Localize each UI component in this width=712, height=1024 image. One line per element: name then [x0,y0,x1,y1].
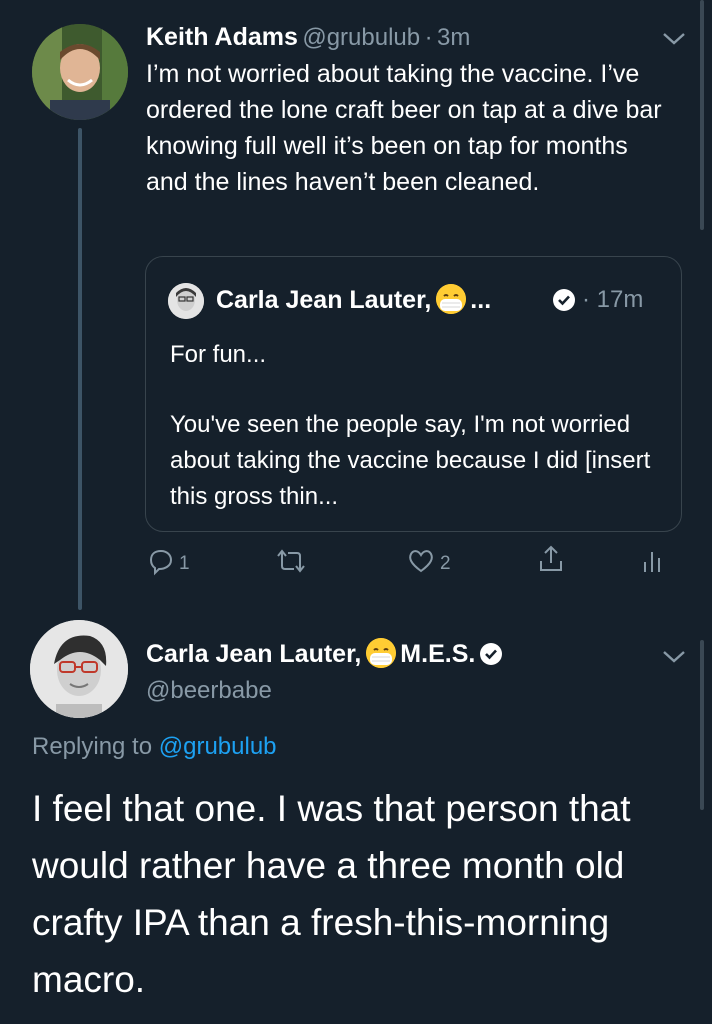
quoted-tweet-dot-separator: · [582,286,590,313]
replying-to-line: Replying to @grubulub [32,730,277,764]
scrollbar[interactable] [700,0,704,230]
like-button[interactable]: 2 [406,546,451,582]
quoted-tweet-line2: You've seen the people say, I'm not worr… [170,411,651,510]
tweet2-handle[interactable]: @beerbabe [146,674,272,708]
quoted-tweet-name-ellipsis: ... [470,286,492,314]
chevron-down-icon[interactable] [660,28,688,48]
tweet1-header: Keith Adams @grubulub · 3m [146,20,470,54]
tweet2-display-name[interactable]: Carla Jean Lauter, [146,640,361,668]
like-count: 2 [440,553,451,574]
quoted-tweet-avatar [168,283,204,319]
heart-icon [406,546,436,582]
reply-icon [145,546,175,582]
face-with-medical-mask-emoji [435,284,466,314]
scrollbar-lower[interactable] [700,640,704,810]
tweet1-timestamp[interactable]: 3m [437,24,470,51]
analytics-icon [640,546,664,582]
thread-connector-line [78,128,82,610]
tweet2-name-suffix[interactable]: M.E.S. [400,640,475,668]
analytics-button[interactable] [640,546,664,582]
quoted-tweet-card[interactable]: Carla Jean Lauter, ... · 17m For fun... … [145,256,682,532]
tweet1-dot-separator: · [424,24,433,51]
retweet-icon [274,546,308,582]
chevron-down-icon[interactable] [660,646,688,666]
replying-to-handle-link[interactable]: @grubulub [159,733,277,760]
reply-count: 1 [179,553,190,574]
avatar-carla-jean-lauter[interactable] [30,620,128,718]
reply-button[interactable]: 1 [145,546,190,582]
face-with-medical-mask-emoji [365,638,396,668]
avatar-keith-adams[interactable] [32,24,128,120]
verified-badge-icon [479,643,502,665]
tweet1-display-name[interactable]: Keith Adams [146,23,298,51]
tweet1-text: I’m not worried about taking the vaccine… [146,60,662,196]
quoted-tweet-time-row: · 17m [582,282,643,318]
share-button[interactable] [536,544,566,580]
quoted-tweet-display-name: Carla Jean Lauter, [216,286,432,314]
replying-to-label: Replying to [32,733,153,760]
retweet-button[interactable] [274,546,308,582]
tweet1-handle[interactable]: @grubulub [302,24,420,51]
quoted-tweet-timestamp: 17m [596,286,644,313]
quoted-tweet-header: Carla Jean Lauter, ... [216,282,491,318]
share-icon [536,543,566,581]
verified-badge-icon [553,289,575,311]
quoted-tweet-line1: For fun... [170,341,267,368]
tweet2-text: I feel that one. I was that person that … [32,788,631,1000]
tweet2-header: Carla Jean Lauter, M.E.S. [146,636,502,672]
